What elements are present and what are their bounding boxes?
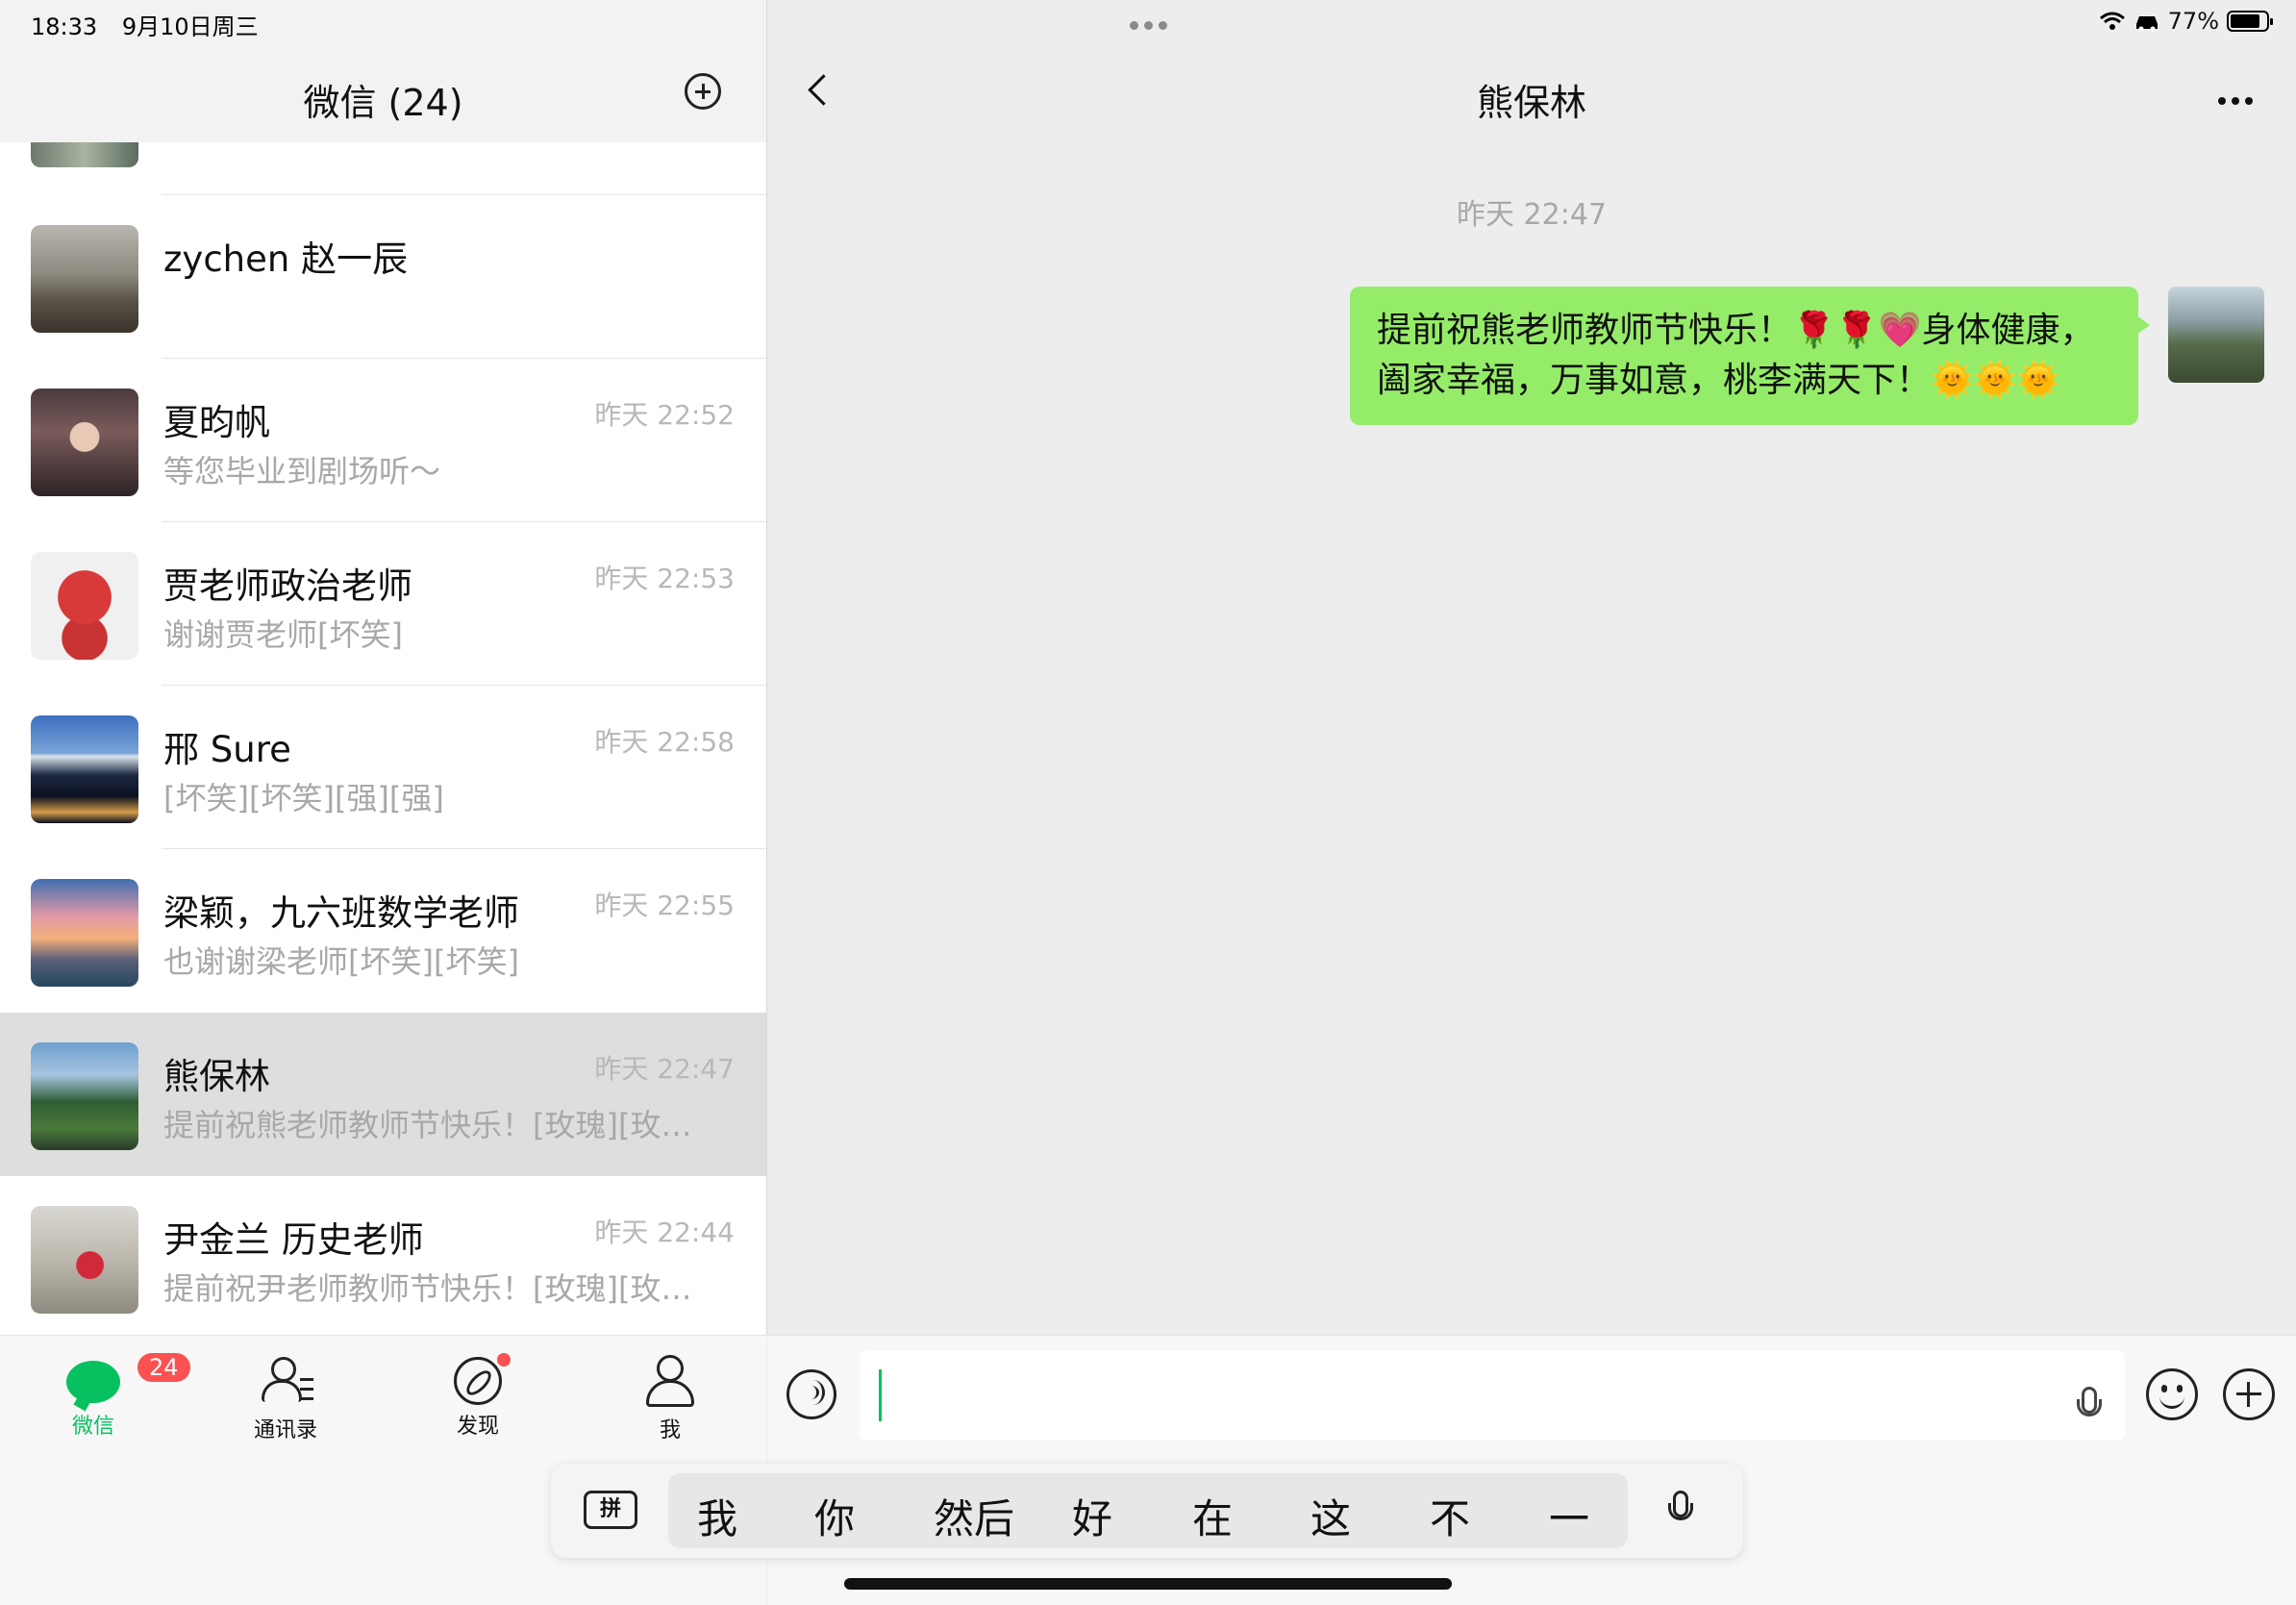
home-indicator[interactable] (844, 1578, 1452, 1590)
conversation-time: 昨天 22:58 (594, 726, 735, 758)
message-text-line: 阖家幸福，万事如意，桃李满天下！🌞🌞🌞 (1377, 361, 2060, 400)
conversation-item[interactable]: 尹金兰 历史老师 昨天 22:44 提前祝尹老师教师节快乐！[玫瑰][玫… (0, 1176, 766, 1340)
avatar[interactable] (2168, 287, 2264, 383)
pinyin-keyboard-key[interactable]: 拼 (584, 1491, 637, 1529)
candidate[interactable]: 不 (1430, 1487, 1470, 1545)
avatar (31, 552, 138, 660)
conversation-preview: 谢谢贾老师[坏笑] (163, 616, 403, 653)
conversation-time: 昨天 22:55 (594, 890, 735, 921)
status-bar-right: 77% (2099, 8, 2273, 35)
conversation-name: 夏昀帆 (163, 402, 270, 443)
tab-discover[interactable]: 发现 (420, 1353, 536, 1440)
chat-bubble-icon (66, 1361, 120, 1403)
wifi-icon (2099, 12, 2125, 30)
contacts-icon (258, 1353, 313, 1409)
conversation-name: 尹金兰 历史老师 (163, 1219, 424, 1261)
car-icon (2135, 16, 2158, 32)
conversation-item-active[interactable]: 熊保林 昨天 22:47 提前祝熊老师教师节快乐！[玫瑰][玫… (0, 1013, 766, 1176)
conversation-item[interactable]: zychen 赵一辰 (0, 195, 766, 359)
sent-message-bubble[interactable]: 提前祝熊老师教师节快乐！🌹🌹💗身体健康， 阖家幸福，万事如意，桃李满天下！🌞🌞🌞 (1350, 287, 2150, 425)
message-timestamp: 昨天 22:47 (1457, 198, 1607, 232)
message-input[interactable] (860, 1350, 2125, 1441)
candidate[interactable]: 然后 (934, 1487, 1014, 1545)
conversation-item[interactable]: 邢 Sure 昨天 22:58 [坏笑][坏笑][强][强] (0, 686, 766, 849)
avatar (31, 389, 138, 496)
tab-me[interactable]: 我 (612, 1353, 728, 1443)
conversation-item[interactable]: 贾老师政治老师 昨天 22:53 谢谢贾老师[坏笑] (0, 522, 766, 686)
conversation-name: 邢 Sure (163, 729, 291, 770)
avatar (31, 879, 138, 987)
avatar (31, 715, 138, 823)
person-icon (642, 1353, 698, 1409)
message-text-line: 提前祝熊老师教师节快乐！🌹🌹💗身体健康， (1377, 311, 2095, 350)
conversation-list: zychen 赵一辰 夏昀帆 昨天 22:52 等您毕业到剧场听～ 贾老师政治老… (0, 195, 766, 1340)
candidate[interactable]: 好 (1072, 1487, 1112, 1545)
candidate[interactable]: 这 (1310, 1487, 1351, 1545)
candidate[interactable]: 一 (1549, 1487, 1589, 1545)
microphone-icon[interactable] (1668, 1491, 1693, 1520)
chat-list-title: 微信 (24) (303, 82, 463, 124)
tab-label: 我 (659, 1418, 681, 1442)
candidate[interactable]: 在 (1192, 1487, 1233, 1545)
status-date: 9月10日周三 (121, 13, 259, 40)
conversation-name: 贾老师政治老师 (163, 565, 412, 607)
tab-wechat[interactable]: 24 微信 (36, 1353, 190, 1440)
tab-label: 通讯录 (253, 1418, 317, 1442)
battery-icon (2227, 11, 2273, 32)
conversation-name: 熊保林 (163, 1056, 270, 1097)
tab-contacts[interactable]: 通讯录 (228, 1353, 343, 1443)
conversation-time: 昨天 22:53 (594, 563, 735, 594)
ime-candidate-bar: 拼 我 你 然后 好 在 这 不 一 (551, 1464, 1743, 1558)
text-cursor (879, 1369, 882, 1421)
avatar (31, 1042, 138, 1150)
conversation-item[interactable]: 梁颖，九六班数学老师 昨天 22:55 也谢谢梁老师[坏笑][坏笑] (0, 849, 766, 1013)
avatar (31, 225, 138, 333)
multitasking-dots-icon[interactable] (1127, 15, 1170, 34)
chat-list-pane: 微信 (24) zychen 赵一辰 夏昀帆 昨天 22:52 等您毕业到剧场听… (0, 0, 766, 1605)
conversation-preview: 等您毕业到剧场听～ (163, 453, 441, 489)
microphone-icon[interactable] (2077, 1387, 2102, 1417)
conversation-preview: [坏笑][坏笑][强][强] (163, 780, 444, 816)
add-icon[interactable] (685, 73, 721, 110)
candidate[interactable]: 我 (697, 1487, 737, 1545)
conversation-preview: 也谢谢梁老师[坏笑][坏笑] (163, 943, 519, 980)
status-bar-left: 18:33 9月10日周三 (31, 8, 276, 41)
compass-icon (454, 1357, 502, 1405)
conversation-time: 昨天 22:47 (594, 1053, 735, 1085)
conversation-time: 昨天 22:52 (594, 399, 735, 431)
conversation-title: 熊保林 (1476, 82, 1586, 124)
conversation-name: zychen 赵一辰 (163, 238, 409, 280)
avatar[interactable] (31, 142, 138, 167)
conversation-name: 梁颖，九六班数学老师 (163, 892, 519, 934)
add-icon[interactable] (2223, 1368, 2275, 1420)
tab-label: 微信 (71, 1415, 114, 1439)
candidate[interactable]: 你 (814, 1487, 855, 1545)
battery-percent: 77% (2167, 8, 2219, 35)
conversation-time: 昨天 22:44 (594, 1216, 735, 1248)
conversation-item[interactable]: 夏昀帆 昨天 22:52 等您毕业到剧场听～ (0, 359, 766, 522)
unread-badge: 24 (137, 1353, 190, 1382)
voice-input-icon[interactable] (786, 1369, 836, 1419)
emoji-icon[interactable] (2146, 1368, 2198, 1420)
candidate-list: 我 你 然后 好 在 这 不 一 (668, 1473, 1628, 1548)
status-time: 18:33 (31, 13, 98, 40)
conversation-preview: 提前祝尹老师教师节快乐！[玫瑰][玫… (163, 1270, 692, 1307)
more-icon[interactable] (2215, 90, 2256, 109)
avatar (31, 1206, 138, 1314)
tab-label: 发现 (456, 1415, 499, 1439)
conversation-preview: 提前祝熊老师教师节快乐！[玫瑰][玫… (163, 1107, 692, 1143)
notification-dot (497, 1353, 511, 1367)
